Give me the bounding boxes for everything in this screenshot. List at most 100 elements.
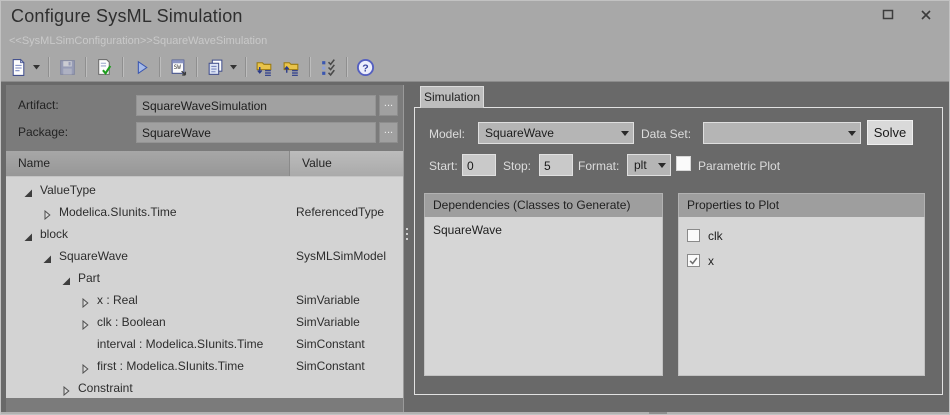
tree-node-name: first : Modelica.SIunits.Time xyxy=(97,359,244,373)
artifact-browse-button[interactable]: ... xyxy=(379,95,398,116)
model-select[interactable]: SquareWave xyxy=(478,122,634,144)
close-icon xyxy=(920,8,932,26)
artifact-label: Artifact: xyxy=(18,98,59,112)
expanded-arrow-icon[interactable] xyxy=(23,229,33,239)
dependencies-header: Dependencies (Classes to Generate) xyxy=(424,193,663,217)
tree-node-name: x : Real xyxy=(97,293,138,307)
artifact-field[interactable] xyxy=(136,95,376,116)
format-label: Format: xyxy=(578,159,619,173)
validate-button[interactable] xyxy=(91,55,118,79)
table-row[interactable]: clk : Boolean SimVariable xyxy=(6,312,403,334)
toolbar-separator xyxy=(122,57,124,77)
maximize-button[interactable] xyxy=(879,9,897,25)
tree-node-name: Modelica.SIunits.Time xyxy=(59,205,177,219)
dropdown-caret-icon[interactable] xyxy=(230,65,237,70)
property-label: clk xyxy=(708,229,723,243)
titlebar: Configure SysML Simulation xyxy=(1,1,949,33)
collapsed-arrow-icon[interactable] xyxy=(61,383,71,393)
collapsed-arrow-icon[interactable] xyxy=(80,361,90,371)
parametric-plot-label: Parametric Plot xyxy=(698,159,780,173)
save-icon xyxy=(58,58,77,77)
start-label: Start: xyxy=(429,159,458,173)
chevron-down-icon xyxy=(654,163,670,168)
help-icon: ? xyxy=(356,58,375,77)
parametric-plot-checkbox[interactable] xyxy=(676,156,691,171)
run-simulation-button[interactable] xyxy=(128,55,155,79)
new-artifact-button[interactable] xyxy=(5,55,44,79)
export-folder-icon xyxy=(282,58,301,77)
expanded-arrow-icon[interactable] xyxy=(42,251,52,261)
collapsed-arrow-icon[interactable] xyxy=(80,295,90,305)
toolbar: SW? xyxy=(5,53,379,81)
tree-node-name: block xyxy=(40,227,68,241)
table-row[interactable]: x : RealSimVariable xyxy=(6,290,403,312)
tree-node-value: SysMLSimModel xyxy=(296,249,386,263)
svg-text:SW: SW xyxy=(174,65,181,71)
new-document-icon xyxy=(9,58,28,77)
tree-grid: ValueTypeModelica.SIunits.TimeReferenced… xyxy=(6,176,403,398)
solve-button[interactable]: Solve xyxy=(867,120,913,145)
expanded-arrow-icon[interactable] xyxy=(61,273,71,283)
expanded-arrow-icon[interactable] xyxy=(23,185,33,195)
column-header-name[interactable]: Name xyxy=(6,151,290,176)
package-browse-button[interactable]: ... xyxy=(379,122,398,143)
stereotype-subtitle: <<SysMLSimConfiguration>>SquareWaveSimul… xyxy=(9,35,267,47)
stop-label: Stop: xyxy=(503,159,531,173)
generate-code-button[interactable]: SW xyxy=(165,55,192,79)
dataset-select[interactable] xyxy=(703,122,861,144)
table-row[interactable]: block xyxy=(6,224,403,246)
table-row[interactable]: first : Modelica.SIunits.TimeSimConstant xyxy=(6,356,403,378)
copy-button[interactable] xyxy=(202,55,241,79)
property-plot-item: clk xyxy=(687,223,924,248)
package-label: Package: xyxy=(18,125,68,139)
panel-splitter[interactable] xyxy=(404,222,410,246)
dropdown-caret-icon[interactable] xyxy=(33,65,40,70)
dependencies-body[interactable]: SquareWave xyxy=(424,217,663,376)
table-row[interactable]: Constraint xyxy=(6,378,403,398)
format-select[interactable]: plt xyxy=(627,154,671,176)
verify-configuration-button[interactable] xyxy=(315,55,342,79)
configure-sysml-simulation-dialog: Configure SysML Simulation <<SysMLSimCon… xyxy=(0,0,950,415)
tree-node-name: clk : Boolean xyxy=(97,315,166,329)
toolbar-separator xyxy=(309,57,311,77)
collapsed-arrow-icon[interactable] xyxy=(42,207,52,217)
save-button[interactable] xyxy=(54,55,81,79)
generate-code-icon: SW xyxy=(169,58,188,77)
import-button[interactable] xyxy=(251,55,278,79)
tree-node-value: SimVariable xyxy=(296,315,360,329)
run-icon xyxy=(132,58,151,77)
list-item[interactable]: SquareWave xyxy=(433,223,662,247)
table-row[interactable]: SquareWaveSysMLSimModel xyxy=(6,246,403,268)
properties-body[interactable]: clkx xyxy=(678,217,925,376)
toolbar-separator xyxy=(346,57,348,77)
export-button[interactable] xyxy=(278,55,305,79)
table-row[interactable]: Part xyxy=(6,268,403,290)
tree-grid-header: Name Value xyxy=(6,151,403,176)
clk-checkbox[interactable] xyxy=(687,229,700,242)
properties-header: Properties to Plot xyxy=(678,193,925,217)
tab-simulation[interactable]: Simulation xyxy=(420,86,484,108)
simulation-tab-frame: Model: SquareWave Data Set: Solve Start: xyxy=(414,107,943,395)
close-button[interactable] xyxy=(917,9,935,25)
start-input[interactable] xyxy=(462,154,496,176)
dialog-title: Configure SysML Simulation xyxy=(11,6,243,27)
toolbar-separator xyxy=(48,57,50,77)
tree-node-name: interval : Modelica.SIunits.Time xyxy=(97,337,263,351)
chevron-down-icon xyxy=(844,131,860,136)
column-header-value[interactable]: Value xyxy=(290,151,403,176)
toolbar-separator xyxy=(196,57,198,77)
configuration-panel: Artifact: ... Package: ... Name Value Va… xyxy=(6,85,403,412)
tree-node-name: Part xyxy=(78,271,100,285)
table-row[interactable]: ValueType xyxy=(6,180,403,202)
collapsed-arrow-icon[interactable] xyxy=(80,317,90,327)
table-row[interactable]: interval : Modelica.SIunits.TimeSimConst… xyxy=(6,334,403,356)
x-checkbox[interactable] xyxy=(687,254,700,267)
stop-input[interactable] xyxy=(539,154,573,176)
toolbar-separator xyxy=(159,57,161,77)
package-field[interactable] xyxy=(136,122,376,143)
properties-to-plot-list: Properties to Plot clkx xyxy=(678,193,925,376)
chevron-down-icon xyxy=(617,131,633,136)
table-row[interactable]: Modelica.SIunits.TimeReferencedType xyxy=(6,202,403,224)
copy-icon xyxy=(206,58,225,77)
help-button[interactable]: ? xyxy=(352,55,379,79)
